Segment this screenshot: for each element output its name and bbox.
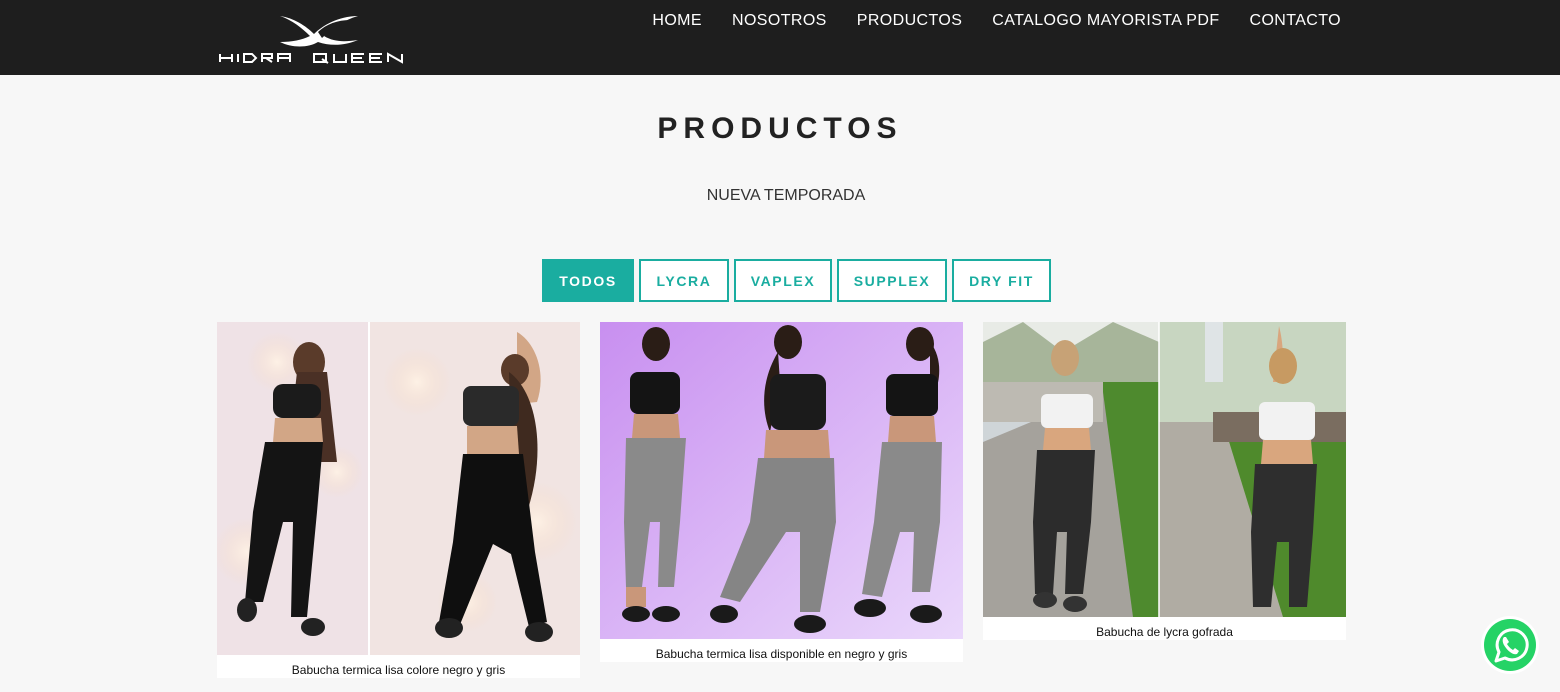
product-card[interactable]: Babucha termica lisa colore negro y gris — [217, 322, 580, 678]
filter-dry-fit[interactable]: DRY FIT — [952, 259, 1051, 302]
product-card[interactable]: Babucha de lycra gofrada — [983, 322, 1346, 640]
nav-contacto[interactable]: CONTACTO — [1235, 10, 1342, 32]
filter-vaplex[interactable]: VAPLEX — [734, 259, 832, 302]
hidra-queen-logo[interactable] — [218, 12, 418, 64]
nav-home[interactable]: HOME — [637, 10, 717, 32]
filter-todos[interactable]: TODOS — [542, 259, 634, 302]
product-photo[interactable] — [217, 322, 580, 655]
category-filters: TODOS LYCRA VAPLEX SUPPLEX DRY FIT — [542, 259, 1051, 302]
site-header: HOME NOSOTROS PRODUCTOS CATALOGO MAYORIS… — [0, 0, 1560, 75]
product-caption: Babucha termica lisa colore negro y gris — [291, 663, 506, 677]
filter-lycra[interactable]: LYCRA — [639, 259, 729, 302]
section-subtitle: NUEVA TEMPORADA — [706, 187, 866, 204]
product-photo[interactable] — [600, 322, 963, 639]
whatsapp-icon[interactable] — [1480, 615, 1540, 675]
nav-catalogo-mayorista-pdf[interactable]: CATALOGO MAYORISTA PDF — [977, 10, 1234, 32]
product-caption: Babucha termica lisa disponible en negro… — [655, 647, 908, 661]
product-caption: Babucha de lycra gofrada — [1096, 625, 1233, 639]
filter-supplex[interactable]: SUPPLEX — [837, 259, 947, 302]
main-nav: HOME NOSOTROS PRODUCTOS CATALOGO MAYORIS… — [637, 10, 1341, 32]
nav-productos[interactable]: PRODUCTOS — [842, 10, 978, 32]
page-title: PRODUCTOS — [657, 112, 903, 145]
product-photo[interactable] — [983, 322, 1346, 617]
product-card[interactable]: Babucha termica lisa disponible en negro… — [600, 322, 963, 662]
nav-nosotros[interactable]: NOSOTROS — [717, 10, 842, 32]
